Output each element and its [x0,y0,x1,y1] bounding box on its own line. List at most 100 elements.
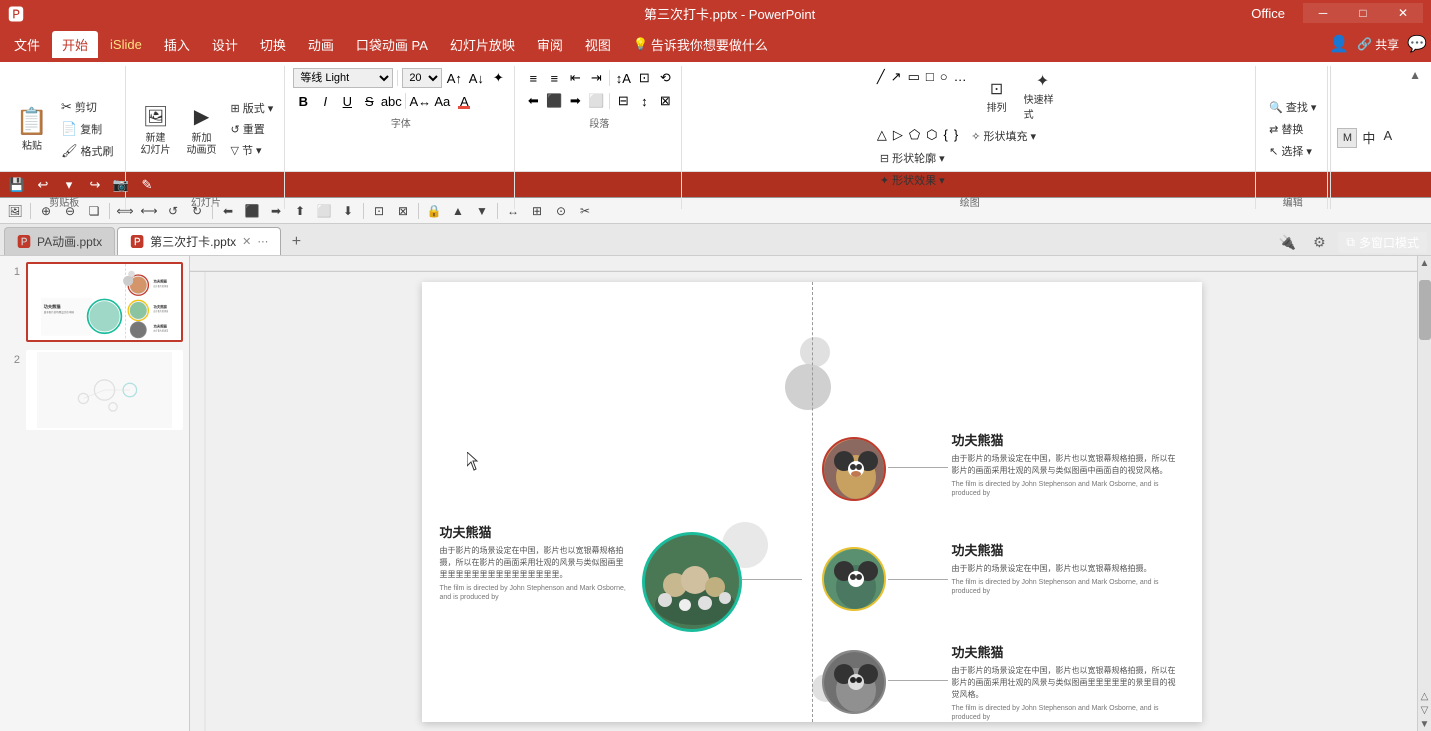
menu-islide[interactable]: iSlide [100,33,152,56]
shape-more[interactable]: … [952,68,969,124]
tb-size[interactable]: ↔ [502,200,524,222]
slide-thumbnail-1[interactable]: 1 功夫熊猫 由于影片的场景设定在中国 [6,262,183,342]
maximize-button[interactable]: □ [1343,3,1383,23]
shape-brace[interactable]: { [942,126,950,146]
tb-rotate-r[interactable]: ↻ [186,200,208,222]
align-left-button[interactable]: ⬅ [523,91,543,111]
font-size-select[interactable]: 20 [402,68,442,88]
comment-icon[interactable]: 💬 [1407,34,1427,54]
scroll-page-up-button[interactable]: △ [1418,689,1431,703]
reset-button[interactable]: ↺重置 [226,119,279,139]
select-button[interactable]: ↖ 选择 ▾ [1264,141,1317,161]
shape-arrow[interactable]: ↗ [889,68,904,124]
new-tab-button[interactable]: + [283,229,309,255]
scroll-track[interactable] [1418,270,1431,689]
font-family-select[interactable]: 等线 Light [293,68,393,88]
slide-thumbnail-2[interactable]: 2 [6,350,183,430]
text-direction-button[interactable]: ↕A [613,68,633,88]
scroll-up-button[interactable]: ▲ [1418,256,1431,270]
new-animation-button[interactable]: ▶ [180,101,224,132]
shadow-button[interactable]: abc [381,91,401,111]
draw-button[interactable]: ✎ [136,174,158,196]
case-button[interactable]: Aa [432,91,452,111]
user-icon[interactable]: 👤 [1329,34,1349,54]
tab-plugin-button[interactable]: 🔌 [1274,229,1300,255]
share-button[interactable]: 🔗 共享 [1357,36,1399,53]
tb-group[interactable]: ⊕ [35,200,57,222]
tb-align-middle[interactable]: ⬜ [313,200,335,222]
scroll-down-button[interactable]: ▼ [1418,717,1431,731]
tb-position[interactable]: ⊞ [526,200,548,222]
tb-send-back[interactable]: ▼ [471,200,493,222]
section-button[interactable]: ▽节 ▾ [226,140,279,160]
tb-distribute-v[interactable]: ⊠ [392,200,414,222]
tb-lock[interactable]: 🔒 [423,200,445,222]
shape-pent[interactable]: ⬠ [907,126,922,146]
menu-design[interactable]: 设计 [202,31,248,58]
menu-home[interactable]: 开始 [52,31,98,58]
scroll-page-down-button[interactable]: ▽ [1418,703,1431,717]
tb-ungroup[interactable]: ⊖ [59,200,81,222]
cut-button[interactable]: ✂剪切 [56,97,119,117]
menu-slideshow[interactable]: 幻灯片放映 [440,31,525,58]
italic-button[interactable]: I [315,91,335,111]
tb-align-right[interactable]: ➡ [265,200,287,222]
tb-distribute-h[interactable]: ⊡ [368,200,390,222]
close-button[interactable]: ✕ [1383,3,1423,23]
tb-bring-forward[interactable]: ▲ [447,200,469,222]
shape-rect2[interactable]: □ [924,68,936,124]
clear-format-button[interactable]: ✦ [488,68,508,88]
slide-image-1[interactable]: 功夫熊猫 由于影片的场景设定在中国 [26,262,183,342]
new-slide-button[interactable]: 🖼 [134,101,178,132]
font-shrink-button[interactable]: A↓ [466,68,486,88]
menu-animations[interactable]: 动画 [298,31,344,58]
center-button[interactable]: ⬛ [544,91,564,111]
shape-hex[interactable]: ⬡ [924,126,939,146]
para-spacing-button[interactable]: ⊠ [655,91,675,111]
undo-dropdown[interactable]: ▾ [58,174,80,196]
shape-line[interactable]: ╱ [875,68,887,124]
smartart-button[interactable]: ⟲ [655,68,675,88]
outline-button[interactable]: ⊟ 形状轮廓 ▾ [875,148,950,168]
multi-window-button[interactable]: ⧉ 多窗口模式 [1338,232,1427,253]
tb-regroup[interactable]: ❏ [83,200,105,222]
tb-selection[interactable]: ⊙ [550,200,572,222]
menu-pocket[interactable]: 口袋动画 PA [346,31,438,58]
ime-zh-button[interactable]: 中 [1359,128,1378,148]
quick-styles-button[interactable]: ✦ 快速样式 [1021,68,1065,124]
tb-flip-v[interactable]: ⟷ [138,200,160,222]
font-grow-button[interactable]: A↑ [444,68,464,88]
bold-button[interactable]: B [293,91,313,111]
effect-button[interactable]: ✦ 形状效果 ▾ [875,170,950,190]
tab-menu-button[interactable]: ⋯ [257,235,268,248]
ime-m-button[interactable]: M [1337,128,1357,148]
tb-rotate-l[interactable]: ↺ [162,200,184,222]
shape-rtri[interactable]: ▷ [891,126,905,146]
slide-image-2[interactable] [26,350,183,430]
tab-close-button[interactable]: ✕ [242,235,251,248]
tab-pa-animation[interactable]: 🅿 PA动画.pptx [4,227,115,255]
undo-button[interactable]: ↩ [32,174,54,196]
underline-button[interactable]: U [337,91,357,111]
numbering-button[interactable]: ≡ [544,68,564,88]
justify-button[interactable]: ⬜ [586,91,606,111]
tb-align-bottom[interactable]: ⬇ [337,200,359,222]
bullets-button[interactable]: ≡ [523,68,543,88]
align-text-button[interactable]: ⊡ [634,68,654,88]
copy-button[interactable]: 📄复制 [56,119,119,139]
align-right-button[interactable]: ➡ [565,91,585,111]
menu-review[interactable]: 审阅 [527,31,573,58]
ribbon-collapse-button[interactable]: ▲ [1403,66,1427,209]
fill-button[interactable]: ✧ 形状填充 ▾ [966,126,1041,146]
shape-brace2[interactable]: } [952,126,960,146]
tb-align-top[interactable]: ⬆ [289,200,311,222]
find-button[interactable]: 🔍 查找 ▾ [1264,97,1321,117]
menu-search[interactable]: 💡 告诉我你想要做什么 [623,31,778,58]
strikethrough-button[interactable]: S [359,91,379,111]
screenshot-button[interactable]: 📷 [110,174,132,196]
tab-third-pptx[interactable]: 🅿 第三次打卡.pptx ✕ ⋯ [117,227,281,255]
decrease-indent-button[interactable]: ⇤ [565,68,585,88]
minimize-button[interactable]: ─ [1303,3,1343,23]
tb-crop[interactable]: ✂ [574,200,596,222]
menu-transitions[interactable]: 切换 [250,31,296,58]
